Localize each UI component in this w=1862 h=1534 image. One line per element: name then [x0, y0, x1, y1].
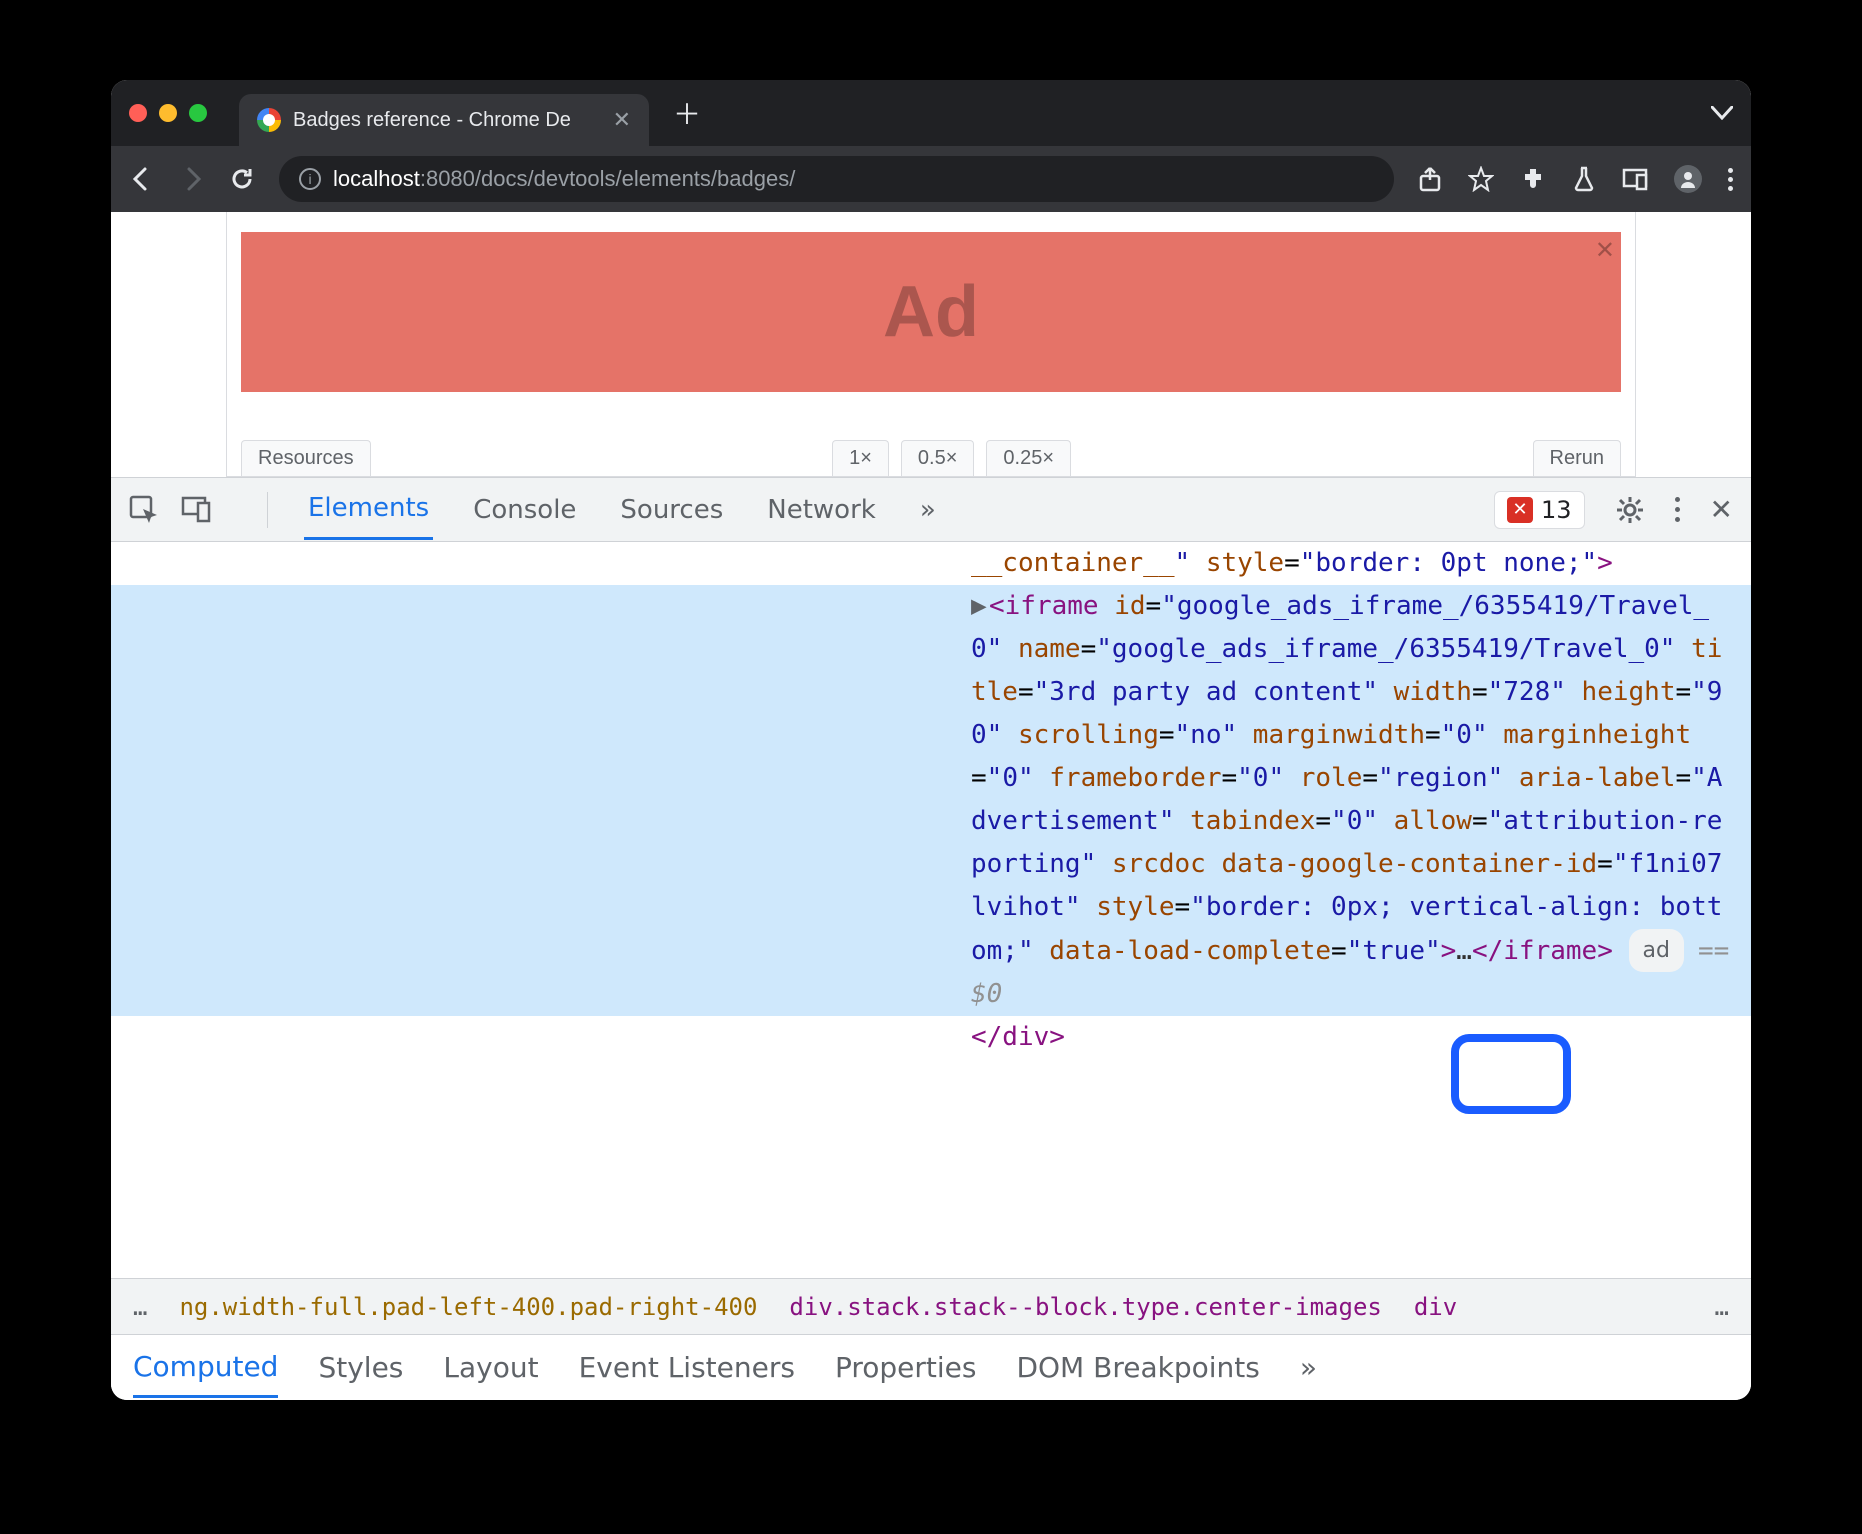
- inspect-element-icon[interactable]: [129, 495, 159, 525]
- dom-selected-iframe[interactable]: ▶<iframe id="google_ads_iframe_/6355419/…: [111, 585, 1751, 1016]
- tab-event-listeners[interactable]: Event Listeners: [579, 1351, 795, 1384]
- page-footer: Resources 1× 0.5× 0.25× Rerun: [241, 440, 1621, 476]
- device-icon[interactable]: [1622, 167, 1648, 191]
- crumb-overflow-right[interactable]: …: [1715, 1293, 1729, 1321]
- page-frame: Ad ✕ Resources 1× 0.5× 0.25× Rerun: [226, 212, 1636, 477]
- styles-overflow-icon[interactable]: »: [1300, 1351, 1317, 1384]
- minimize-window-button[interactable]: [159, 104, 177, 122]
- new-tab-button[interactable]: ＋: [673, 93, 701, 133]
- crumb-item-3[interactable]: div: [1414, 1293, 1457, 1321]
- reload-button[interactable]: [229, 166, 255, 192]
- tab-layout[interactable]: Layout: [443, 1351, 538, 1384]
- back-button[interactable]: [129, 166, 155, 192]
- profile-avatar-icon[interactable]: [1674, 165, 1702, 193]
- chrome-menu-icon[interactable]: [1728, 168, 1733, 191]
- tab-network[interactable]: Network: [763, 481, 880, 539]
- crumb-item-1[interactable]: ng.width-full.pad-left-400.pad-right-400: [179, 1293, 757, 1321]
- tab-styles[interactable]: Styles: [318, 1351, 403, 1384]
- tabs-overflow-icon[interactable]: »: [916, 481, 940, 539]
- tab-console[interactable]: Console: [469, 481, 580, 539]
- site-info-icon[interactable]: i: [299, 168, 321, 190]
- crumb-overflow-left[interactable]: …: [133, 1293, 147, 1321]
- dom-line-close-div[interactable]: </div>: [111, 1016, 1751, 1059]
- devtools-panel: Elements Console Sources Network » ✕ 13 …: [111, 477, 1751, 1400]
- ad-banner[interactable]: Ad ✕: [241, 232, 1621, 392]
- bookmark-icon[interactable]: [1468, 166, 1494, 192]
- tab-bar: Badges reference - Chrome De ✕ ＋: [111, 80, 1751, 146]
- tab-sources[interactable]: Sources: [616, 481, 727, 539]
- dom-line-container[interactable]: __container__" style="border: 0pt none;"…: [111, 542, 1751, 585]
- close-devtools-icon[interactable]: ✕: [1710, 493, 1733, 526]
- zoom-025x[interactable]: 0.25×: [986, 440, 1071, 476]
- dom-tree[interactable]: ••• __container__" style="border: 0pt no…: [111, 542, 1751, 1278]
- ad-badge[interactable]: ad: [1629, 929, 1684, 972]
- close-tab-icon[interactable]: ✕: [613, 107, 631, 133]
- tab-elements[interactable]: Elements: [304, 479, 433, 540]
- browser-tab[interactable]: Badges reference - Chrome De ✕: [239, 94, 649, 146]
- resources-tab[interactable]: Resources: [241, 440, 371, 476]
- page-viewport: Ad ✕ Resources 1× 0.5× 0.25× Rerun: [111, 212, 1751, 477]
- dom-breadcrumb[interactable]: … ng.width-full.pad-left-400.pad-right-4…: [111, 1278, 1751, 1334]
- expand-triangle-icon[interactable]: ▶: [971, 585, 989, 628]
- address-bar[interactable]: i localhost:8080/docs/devtools/elements/…: [279, 156, 1394, 202]
- share-icon[interactable]: [1418, 166, 1442, 192]
- error-count-badge[interactable]: ✕ 13: [1494, 491, 1585, 529]
- error-icon: ✕: [1507, 497, 1533, 523]
- tab-computed[interactable]: Computed: [133, 1350, 278, 1398]
- ad-close-icon[interactable]: ✕: [1595, 236, 1615, 265]
- extensions-icon[interactable]: [1520, 166, 1546, 192]
- zoom-05x[interactable]: 0.5×: [901, 440, 974, 476]
- devtools-menu-icon[interactable]: [1675, 497, 1680, 522]
- toolbar: i localhost:8080/docs/devtools/elements/…: [111, 146, 1751, 212]
- tab-title: Badges reference - Chrome De: [293, 109, 571, 132]
- close-window-button[interactable]: [129, 104, 147, 122]
- window-controls: [129, 104, 207, 122]
- tab-dom-breakpoints[interactable]: DOM Breakpoints: [1016, 1351, 1259, 1384]
- tab-properties[interactable]: Properties: [835, 1351, 977, 1384]
- url-text: localhost:8080/docs/devtools/elements/ba…: [333, 166, 795, 192]
- browser-window: Badges reference - Chrome De ✕ ＋ i local…: [111, 80, 1751, 1400]
- devtools-tabbar: Elements Console Sources Network » ✕ 13 …: [111, 478, 1751, 542]
- labs-icon[interactable]: [1572, 166, 1596, 192]
- zoom-1x[interactable]: 1×: [832, 440, 889, 476]
- toolbar-actions: [1418, 165, 1733, 193]
- ad-label: Ad: [883, 271, 979, 353]
- maximize-window-button[interactable]: [189, 104, 207, 122]
- device-toolbar-icon[interactable]: [181, 495, 211, 525]
- rerun-button[interactable]: Rerun: [1533, 440, 1621, 476]
- crumb-item-2[interactable]: div.stack.stack--block.type.center-image…: [789, 1293, 1381, 1321]
- chrome-favicon-icon: [257, 108, 281, 132]
- zoom-controls: 1× 0.5× 0.25×: [832, 440, 1071, 476]
- error-count: 13: [1541, 496, 1572, 524]
- forward-button[interactable]: [179, 166, 205, 192]
- styles-pane-tabs: Computed Styles Layout Event Listeners P…: [111, 1334, 1751, 1400]
- settings-icon[interactable]: [1615, 495, 1645, 525]
- tab-dropdown-icon[interactable]: [1711, 106, 1733, 120]
